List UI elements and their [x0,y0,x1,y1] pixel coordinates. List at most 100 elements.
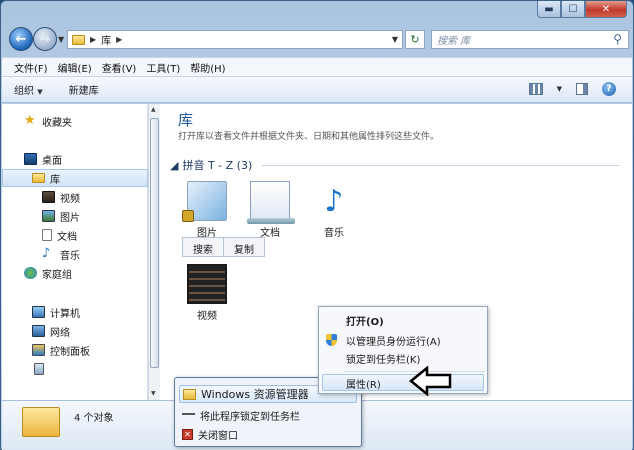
group-header[interactable]: ◢ 拼音 T - Z (3) [170,157,620,173]
command-bar: 组织 ▼ 新建库 ▼ ? [2,76,632,103]
recycle-bin-icon [34,363,44,375]
search-placeholder: 搜索 库 [437,36,471,47]
menu-edit[interactable]: 编辑(E) [54,60,98,75]
menu-help[interactable]: 帮助(H) [186,60,231,75]
scroll-down-icon[interactable]: ▼ [151,390,156,397]
library-item-pictures[interactable]: 图片 [179,181,235,239]
scroll-up-icon[interactable]: ▲ [151,106,156,113]
search-copy-tabs: 搜索 复制 [182,237,265,257]
menu-item-run-as-admin[interactable]: 以管理员身份运行(A) [346,332,441,348]
menu-item-open[interactable]: 打开(O) [346,312,384,328]
change-view-icon[interactable] [528,83,543,95]
nav-network[interactable]: 网络 [2,322,148,340]
nav-desktop[interactable]: 桌面 [2,150,148,168]
library-item-documents[interactable]: 文档 [242,181,298,239]
copy-tab[interactable]: 复制 [224,238,264,256]
music-note-icon: ♪ [42,246,51,261]
nav-label: 收藏夹 [42,117,72,129]
close-button[interactable]: ✕ [585,1,627,18]
nav-videos[interactable]: 视频 [2,188,148,206]
jumplist-close[interactable]: ✕ 关闭窗口 [179,425,357,443]
menu-tools[interactable]: 工具(T) [142,60,186,75]
address-row: ← → ▼ ▶ 库 ▶ ▼ ↻ 搜索 库 ⚲ [7,27,629,53]
group-divider [262,164,620,166]
organize-button[interactable]: 组织 ▼ [14,82,43,97]
nav-homegroup[interactable]: 家庭组 [2,264,148,282]
pointer-arrow-icon [409,366,452,396]
nav-scrollbar[interactable]: ▲ ▼ [148,104,160,400]
videos-library-icon [187,264,227,304]
uac-shield-icon [326,334,337,346]
menu-file[interactable]: 文件(F) [10,60,54,75]
new-library-button[interactable]: 新建库 [69,82,99,97]
history-dropdown-icon[interactable]: ▼ [58,35,64,44]
shelf-icon [247,218,295,224]
music-library-icon: ♪ [324,183,344,219]
explorer-icon [183,388,196,400]
menu-item-pin-taskbar[interactable]: 锁定到任务栏(K) [346,350,420,366]
search-icon[interactable]: ⚲ [613,32,622,46]
caption-buttons: ▬ ☐ ✕ [537,1,627,18]
collapse-icon[interactable]: ◢ [170,159,178,172]
document-icon [42,229,52,241]
nav-label: 文档 [57,231,77,243]
picture-icon [42,210,55,222]
maximize-button[interactable]: ☐ [561,1,585,18]
nav-label: 视频 [60,193,80,205]
jumplist-pin[interactable]: 将此程序锁定到任务栏 [179,406,357,424]
homegroup-icon [24,267,37,279]
search-tab[interactable]: 搜索 [183,238,224,256]
group-label: 拼音 T - Z (3) [182,159,253,172]
preview-pane-icon[interactable] [576,83,588,95]
library-item-videos[interactable]: 视频 [179,264,235,322]
item-label: 视频 [197,311,217,322]
item-label: 音乐 [324,228,344,239]
organize-label: 组织 [14,86,34,97]
nav-computer[interactable]: 计算机 [2,303,148,321]
nav-recycle-bin[interactable] [2,360,148,378]
nav-label: 控制面板 [50,346,90,358]
back-button[interactable]: ← [9,27,33,51]
address-dropdown-icon[interactable]: ▼ [392,35,398,44]
help-icon[interactable]: ? [602,82,616,96]
minimize-button[interactable]: ▬ [537,1,561,18]
video-icon [42,191,55,203]
computer-icon [32,306,45,318]
view-dropdown-icon[interactable]: ▼ [557,85,562,93]
search-input[interactable]: 搜索 库 ⚲ [431,30,629,49]
nav-favorites[interactable]: ★ 收藏夹 [2,112,148,130]
menu-bar: 文件(F) 编辑(E) 查看(V) 工具(T) 帮助(H) [2,57,632,76]
forward-arrow-icon: → [39,31,51,47]
view-controls: ▼ ? [528,82,616,96]
pictures-library-icon [182,181,227,222]
breadcrumb-library[interactable]: 库 [101,32,111,47]
chevron-down-icon: ▼ [37,88,43,96]
address-bar[interactable]: ▶ 库 ▶ ▼ [67,30,403,49]
pin-icon [182,412,195,418]
jumplist-label: 关闭窗口 [198,430,238,442]
nav-music[interactable]: ♪ 音乐 [2,245,148,263]
context-menu: 打开(O) 以管理员身份运行(A) 锁定到任务栏(K) 属性(R) [318,306,488,394]
chevron-right-icon[interactable]: ▶ [116,35,122,44]
nav-label: 库 [50,174,60,186]
nav-pictures[interactable]: 图片 [2,207,148,225]
nav-label: 音乐 [60,250,80,262]
nav-label: 桌面 [42,155,62,167]
nav-label: 计算机 [50,308,80,320]
chevron-right-icon[interactable]: ▶ [90,35,96,44]
network-icon [32,325,45,337]
nav-libraries[interactable]: 库 [2,169,148,187]
page-description: 打开库以查看文件并根据文件夹、日期和其他属性排列这些文件。 [178,132,440,142]
scroll-thumb[interactable] [150,118,159,368]
menu-item-properties[interactable]: 属性(R) [346,375,381,391]
jumplist-label: Windows 资源管理器 [201,388,309,401]
menu-view[interactable]: 查看(V) [98,60,143,75]
library-item-music[interactable]: ♪ 音乐 [306,181,362,240]
library-folder-icon [32,173,45,183]
nav-documents[interactable]: 文档 [2,226,148,244]
refresh-button[interactable]: ↻ [405,30,425,49]
forward-button[interactable]: → [33,27,57,51]
documents-library-icon [247,181,295,224]
nav-control-panel[interactable]: 控制面板 [2,341,148,359]
page-title: 库 [178,111,194,129]
